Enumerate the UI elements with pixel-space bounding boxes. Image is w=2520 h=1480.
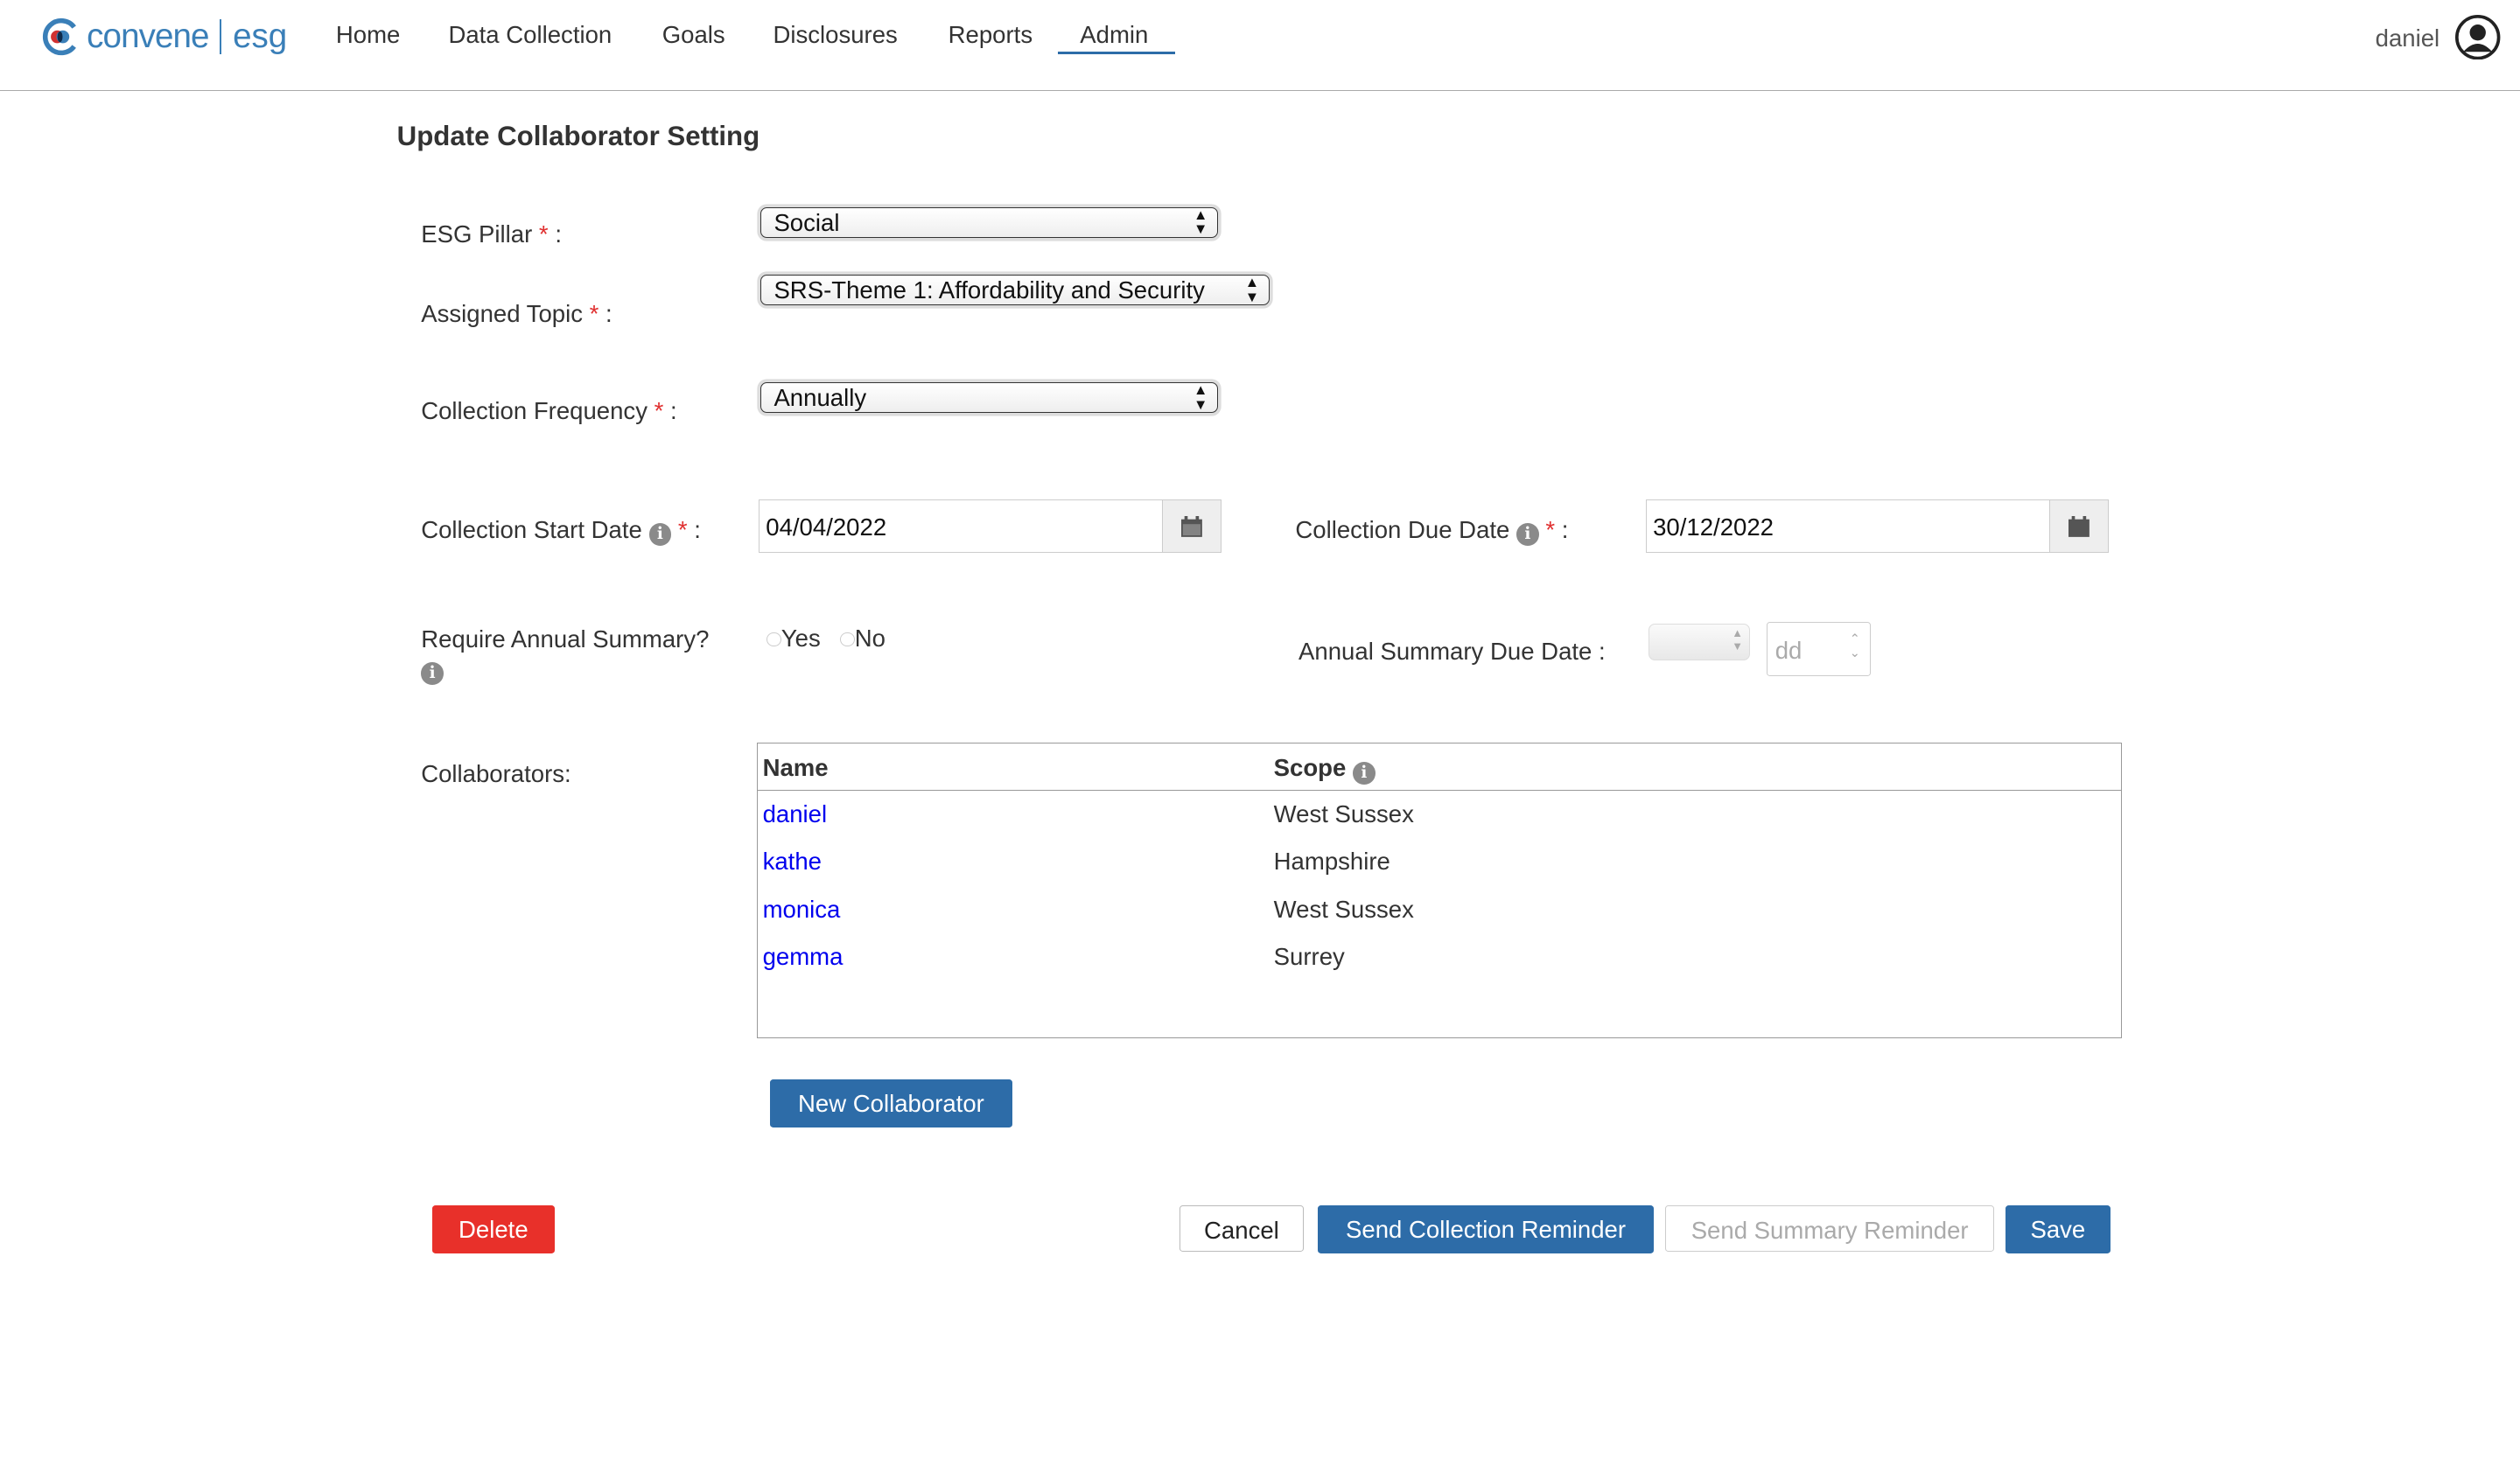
summary-month-select[interactable]: ▲ ▼: [1648, 623, 1751, 661]
due-date-input[interactable]: 30/12/2022: [1645, 499, 2109, 553]
annual-summary-label: Require Annual Summary? i: [421, 625, 709, 686]
delete-button[interactable]: Delete: [432, 1204, 555, 1253]
page-title: Update Collaborator Setting: [396, 120, 760, 151]
table-row: monica West Sussex: [758, 886, 2121, 934]
frequency-select[interactable]: Annually ▲ ▼: [760, 381, 1219, 414]
due-date-label: Collection Due Date i * :: [1295, 516, 1568, 547]
collaborator-scope: West Sussex: [1273, 895, 1414, 923]
select-arrows-icon: ▲ ▼: [1244, 274, 1260, 305]
radio-no[interactable]: [840, 632, 855, 647]
send-collection-reminder-button[interactable]: Send Collection Reminder: [1318, 1204, 1654, 1253]
esg-pillar-label: ESG Pillar * :: [421, 220, 562, 248]
collaborator-scope: West Sussex: [1273, 799, 1414, 827]
collaborator-name-link[interactable]: kathe: [763, 848, 822, 876]
table-row: daniel West Sussex: [758, 791, 2121, 839]
info-icon: i: [1352, 762, 1376, 785]
collaborator-scope: Surrey: [1273, 943, 1345, 971]
calendar-icon[interactable]: [1161, 500, 1222, 552]
logo-divider: [220, 19, 222, 55]
collaborator-name-link[interactable]: monica: [763, 896, 841, 924]
info-icon: i: [648, 523, 672, 547]
summary-day-input[interactable]: dd ⌃ ⌄: [1766, 621, 1872, 677]
frequency-label: Collection Frequency * :: [421, 396, 677, 424]
table-row: gemma Surrey: [758, 933, 2121, 981]
nav-admin[interactable]: Admin: [1080, 21, 1148, 49]
assigned-topic-select[interactable]: SRS-Theme 1: Affordability and Security ▲…: [760, 274, 1270, 306]
select-arrows-icon: ▲ ▼: [1732, 626, 1743, 653]
logo-icon: [42, 18, 76, 56]
collaborators-label: Collaborators:: [421, 759, 571, 787]
header-scope: Scope i: [1274, 754, 1376, 785]
collaborator-scope: Hampshire: [1273, 848, 1390, 876]
collaborator-name-link[interactable]: daniel: [763, 800, 828, 828]
assigned-topic-label: Assigned Topic * :: [421, 300, 612, 328]
select-arrows-icon: ▲ ▼: [1193, 206, 1208, 238]
send-summary-reminder-button[interactable]: Send Summary Reminder: [1664, 1204, 1995, 1252]
avatar-icon[interactable]: [2455, 14, 2501, 59]
logo-product: esg: [233, 17, 288, 56]
nav-data-collection[interactable]: Data Collection: [448, 21, 612, 49]
summary-due-label: Annual Summary Due Date :: [1298, 638, 1606, 666]
cancel-button[interactable]: Cancel: [1180, 1204, 1304, 1252]
nav-disclosures[interactable]: Disclosures: [773, 21, 897, 49]
active-tab-underline: [1057, 51, 1175, 55]
info-icon: i: [421, 662, 444, 686]
start-date-input[interactable]: 04/04/2022: [758, 499, 1222, 553]
save-button[interactable]: Save: [2006, 1204, 2110, 1253]
select-arrows-icon: ▲ ▼: [1193, 381, 1208, 413]
table-row: kathe Hampshire: [758, 838, 2121, 886]
nav-goals[interactable]: Goals: [662, 21, 725, 49]
logo[interactable]: convene esg: [42, 17, 288, 56]
top-nav: convene esg Home Data Collection Goals D…: [0, 0, 2520, 91]
new-collaborator-button[interactable]: New Collaborator: [769, 1079, 1013, 1128]
info-icon: i: [1516, 523, 1539, 547]
header-name: Name: [762, 754, 829, 782]
spinner-icon: ⌃ ⌄: [1849, 632, 1861, 661]
calendar-icon[interactable]: [2048, 500, 2108, 552]
start-date-label: Collection Start Date i * :: [421, 516, 701, 547]
nav-reports[interactable]: Reports: [948, 21, 1032, 49]
annual-summary-radios: Yes No: [766, 625, 886, 653]
user-name[interactable]: daniel: [2376, 24, 2440, 52]
collaborators-table: Name Scope i daniel West Sussex kathe Hamps…: [757, 742, 2122, 1038]
nav-home[interactable]: Home: [336, 21, 400, 49]
collaborator-name-link[interactable]: gemma: [763, 943, 844, 971]
radio-yes[interactable]: [766, 632, 781, 647]
esg-pillar-select[interactable]: Social ▲ ▼: [760, 206, 1219, 238]
logo-text: convene: [87, 17, 209, 56]
